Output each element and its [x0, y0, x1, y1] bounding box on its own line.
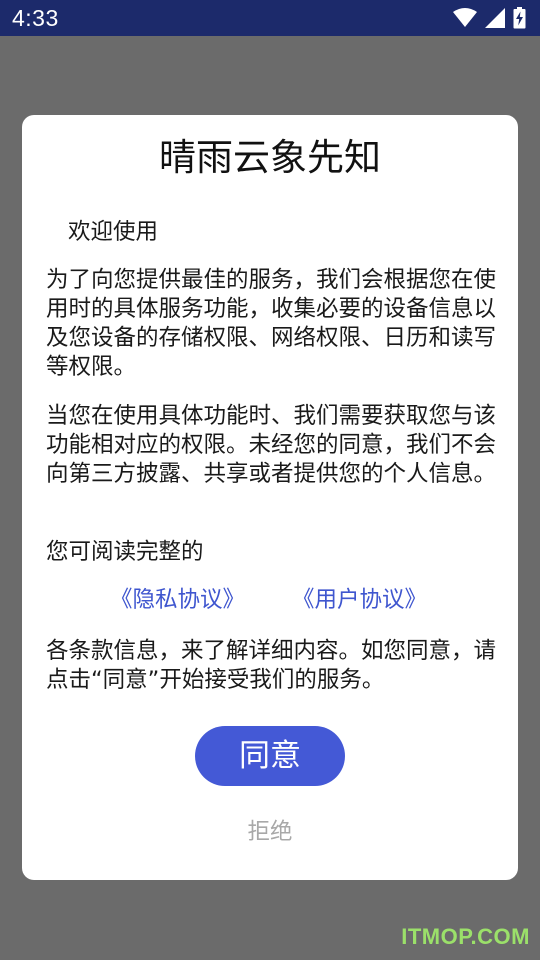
read-agreement-text: 您可阅读完整的	[46, 539, 204, 565]
status-time: 4:33	[12, 4, 59, 31]
reject-button[interactable]: 拒绝	[0, 818, 540, 847]
battery-charging-icon	[513, 7, 526, 29]
watermark: ITMOP.COM	[401, 924, 530, 949]
permission-paragraph-2: 当您在使用具体功能时、我们需要获取您与该功能相对应的权限。未经您的同意，我们不会…	[46, 403, 497, 487]
agree-button[interactable]: 同意	[195, 726, 345, 786]
consent-paragraph: 各条款信息，来了解详细内容。如您同意，请点击“同意”开始接受我们的服务。	[46, 638, 497, 693]
signal-icon	[485, 8, 505, 28]
wifi-icon	[453, 8, 477, 27]
welcome-text: 欢迎使用	[68, 219, 159, 245]
status-bar: 4:33	[0, 0, 540, 36]
dialog-title: 晴雨云象先知	[159, 136, 381, 179]
privacy-policy-link[interactable]: 《隐私协议》	[110, 586, 245, 615]
permission-paragraph-1: 为了向您提供最佳的服务，我们会根据您在使用时的具体服务功能，收集必要的设备信息以…	[46, 267, 497, 380]
status-icons	[453, 7, 526, 29]
user-agreement-link[interactable]: 《用户协议》	[292, 586, 427, 615]
